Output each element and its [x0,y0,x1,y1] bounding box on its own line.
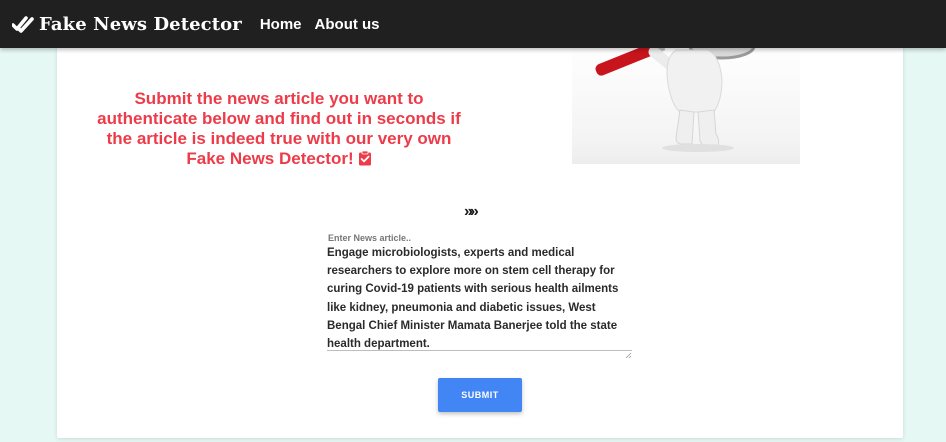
clipboard-check-icon [358,150,372,171]
submit-button[interactable]: SUBMIT [438,378,522,412]
article-textarea[interactable]: Engage microbiologists, experts and medi… [327,244,632,351]
resize-grip-icon[interactable] [625,346,632,359]
headline-message: Submit the news article you want to auth… [97,89,461,168]
navbar: Fake News Detector Home About us [0,0,946,48]
arrows-divider: »» [464,203,479,220]
nav-home-link[interactable]: Home [260,16,302,33]
brand-link[interactable]: Fake News Detector [12,14,242,35]
double-check-icon [12,14,34,34]
nav-about-link[interactable]: About us [315,16,380,33]
article-input-label: Enter News article.. [328,233,412,243]
headline-text: Submit the news article you want to auth… [88,89,470,171]
brand-name: Fake News Detector [39,13,242,35]
magnifier-figure-image [572,40,800,164]
